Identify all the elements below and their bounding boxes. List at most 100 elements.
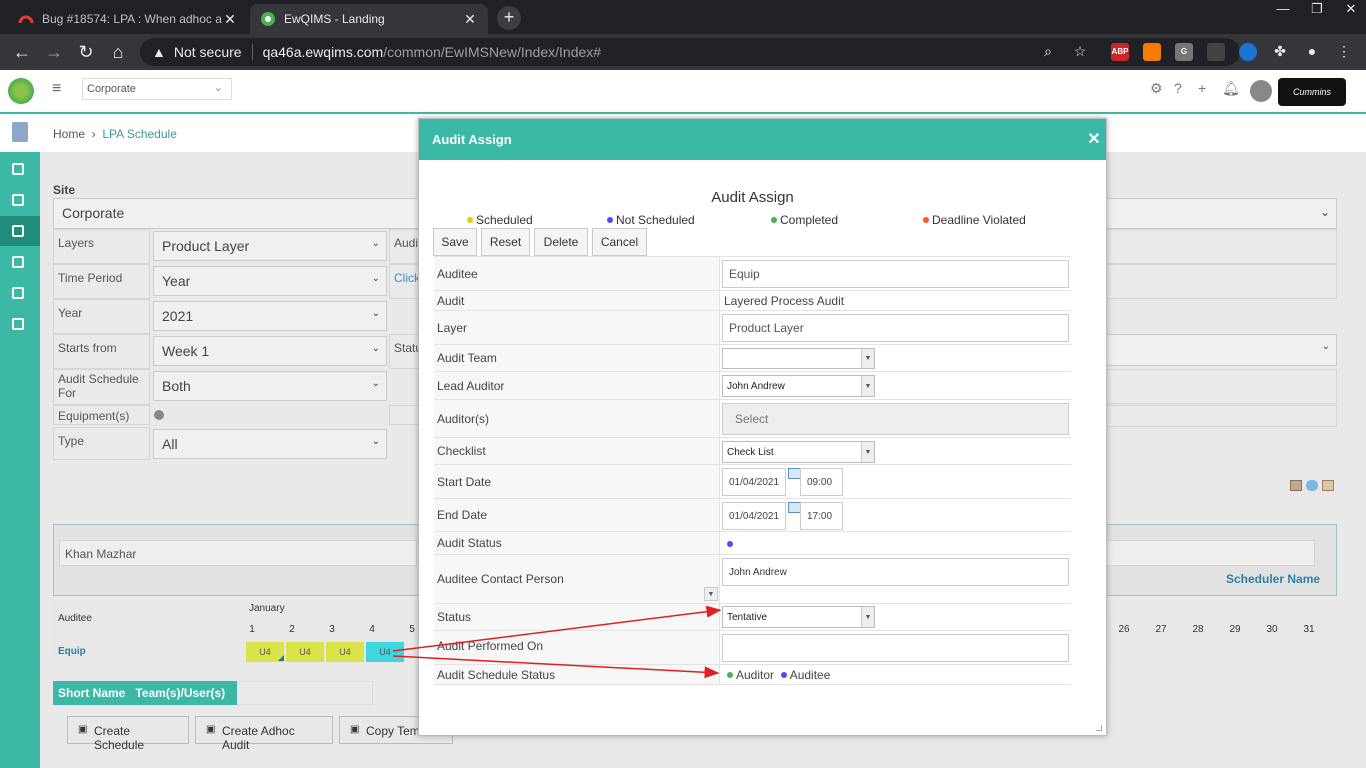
partial-label-audit: Audi: [389, 229, 419, 264]
sidebar-top-button[interactable]: [0, 116, 40, 152]
schedule-cell[interactable]: U4: [326, 642, 364, 662]
breadcrumb-separator: ›: [88, 127, 103, 141]
chrome-menu-icon[interactable]: ⋮: [1334, 41, 1354, 61]
adblock-extension-icon[interactable]: ABP: [1111, 43, 1129, 61]
close-tab-icon[interactable]: ✕: [222, 11, 238, 28]
chevron-down-icon: ⌄: [1319, 205, 1330, 219]
close-tab-icon[interactable]: ✕: [462, 11, 478, 28]
grammar-extension-icon[interactable]: G: [1175, 43, 1193, 61]
modal-header: Audit Assign: [419, 119, 1106, 160]
create-adhoc-audit-button[interactable]: ▣ Create Adhoc Audit: [195, 716, 333, 752]
resize-handle-icon[interactable]: [1096, 725, 1102, 731]
audit-team-select[interactable]: ▼: [722, 348, 875, 369]
sidebar-item-6[interactable]: [12, 318, 24, 330]
partial-link-click[interactable]: Click: [389, 264, 420, 299]
green-dot-icon: [771, 217, 777, 223]
restore-icon[interactable]: ❐: [1300, 0, 1334, 20]
contact-person-label: Auditee Contact Person: [434, 555, 720, 603]
performed-on-field[interactable]: [722, 634, 1069, 662]
chevron-down-icon: ⌄: [371, 378, 380, 389]
cancel-button[interactable]: Cancel: [592, 228, 647, 256]
sidebar-item-1[interactable]: [12, 163, 24, 175]
row-auditors: Auditor(s) Select: [434, 399, 1071, 437]
extensions-puzzle-icon[interactable]: ✤: [1270, 41, 1290, 61]
audit-value: Layered Process Audit: [724, 294, 845, 308]
sidebar-item-2[interactable]: [12, 194, 24, 206]
calendar-view-icon[interactable]: [1290, 480, 1302, 491]
checklist-select[interactable]: Check List ▼: [722, 441, 875, 463]
org-select[interactable]: Corporate ⌄: [82, 78, 232, 100]
status-select[interactable]: Tentative ▼: [722, 606, 875, 628]
reset-button[interactable]: Reset: [481, 228, 530, 256]
hamburger-menu-icon[interactable]: ≡: [52, 80, 61, 98]
add-icon[interactable]: +: [1198, 80, 1206, 96]
start-date-input[interactable]: 01/04/2021: [722, 468, 786, 496]
right-status-select[interactable]: ⌄: [1106, 334, 1337, 366]
breadcrumb-current[interactable]: LPA Schedule: [102, 127, 177, 141]
day-header: 4: [369, 624, 375, 635]
equipment-radio[interactable]: [154, 410, 164, 420]
auditee-column-header: Auditee: [58, 613, 92, 624]
year-select[interactable]: 2021 ⌄: [153, 301, 387, 331]
starts-from-select[interactable]: Week 1 ⌄: [153, 336, 387, 366]
row-checklist: Checklist Check List ▼: [434, 437, 1071, 464]
sidebar-item-4[interactable]: [12, 256, 24, 268]
checklist-value: Check List: [727, 446, 774, 458]
document-extension-icon[interactable]: [1207, 43, 1225, 61]
bookmark-star-icon[interactable]: ☆: [1070, 41, 1090, 61]
schedule-cell[interactable]: U4: [286, 642, 324, 662]
new-tab-button[interactable]: +: [497, 6, 521, 30]
day-header: 2: [289, 624, 295, 635]
auditor-status-dot-icon: [727, 672, 733, 678]
blue-dot-icon: [607, 217, 613, 223]
browser-tab-bug[interactable]: Bug #18574: LPA : When adhoc a ✕: [8, 4, 248, 34]
start-time-input[interactable]: 09:00: [800, 468, 843, 496]
avatar[interactable]: [1250, 80, 1272, 102]
profile-icon[interactable]: ●: [1302, 41, 1322, 61]
notification-bell-icon[interactable]: 🔔︎: [1222, 80, 1240, 97]
minimize-icon[interactable]: —: [1266, 0, 1300, 20]
chevron-down-icon: ⌄: [371, 273, 380, 284]
close-window-icon[interactable]: ✕: [1334, 0, 1366, 20]
browser-tab-ewqims[interactable]: EwQIMS - Landing ✕: [250, 4, 488, 34]
chat-view-icon[interactable]: [1306, 480, 1318, 491]
contact-dropdown-arrow-icon[interactable]: ▼: [704, 587, 718, 601]
audit-schedule-for-select[interactable]: Both ⌄: [153, 371, 387, 401]
end-time-input[interactable]: 17:00: [800, 502, 843, 530]
colorful-extension-icon[interactable]: [1239, 43, 1257, 61]
back-icon[interactable]: ←: [10, 40, 34, 64]
close-icon[interactable]: ✕: [1086, 129, 1102, 148]
scheduler-user-field[interactable]: Khan Mazhar: [59, 540, 417, 566]
shopping-extension-icon[interactable]: [1143, 43, 1161, 61]
settings-gear-icon[interactable]: ⚙: [1150, 80, 1163, 97]
redmine-icon: [18, 15, 34, 24]
time-period-select[interactable]: Year ⌄: [153, 266, 387, 296]
app-logo[interactable]: [8, 78, 34, 104]
schedule-cell-selected[interactable]: U4: [366, 642, 404, 662]
layers-select[interactable]: Product Layer ⌄: [153, 231, 387, 261]
partial-cell: [389, 405, 419, 425]
auditors-multiselect[interactable]: Select: [722, 403, 1069, 435]
save-button[interactable]: Save: [433, 228, 477, 256]
help-icon[interactable]: ?: [1174, 80, 1182, 96]
contact-person-field[interactable]: John Andrew: [722, 558, 1069, 586]
delete-button[interactable]: Delete: [534, 228, 588, 256]
filter-label-type: Type: [53, 427, 150, 460]
filter-label-year: Year: [53, 299, 150, 334]
sidebar-item-3[interactable]: [12, 225, 24, 237]
lead-auditor-select[interactable]: John Andrew ▼: [722, 375, 875, 397]
end-date-input[interactable]: 01/04/2021: [722, 502, 786, 530]
reload-icon[interactable]: ↻: [74, 40, 98, 64]
type-select[interactable]: All ⌄: [153, 429, 387, 459]
layer-field[interactable]: Product Layer: [722, 314, 1069, 342]
create-schedule-button[interactable]: ▣ Create Schedule: [67, 716, 189, 752]
sidebar-item-5[interactable]: [12, 287, 24, 299]
breadcrumb-home[interactable]: Home: [53, 127, 85, 141]
home-icon[interactable]: ⌂: [106, 40, 130, 64]
forward-icon[interactable]: →: [42, 40, 66, 64]
zoom-icon[interactable]: ⌕: [1038, 41, 1058, 61]
list-view-icon[interactable]: [1322, 480, 1334, 491]
filter-label-layers: Layers: [53, 229, 150, 264]
auditee-field[interactable]: Equip: [722, 260, 1069, 288]
layer-label: Layer: [434, 311, 720, 344]
